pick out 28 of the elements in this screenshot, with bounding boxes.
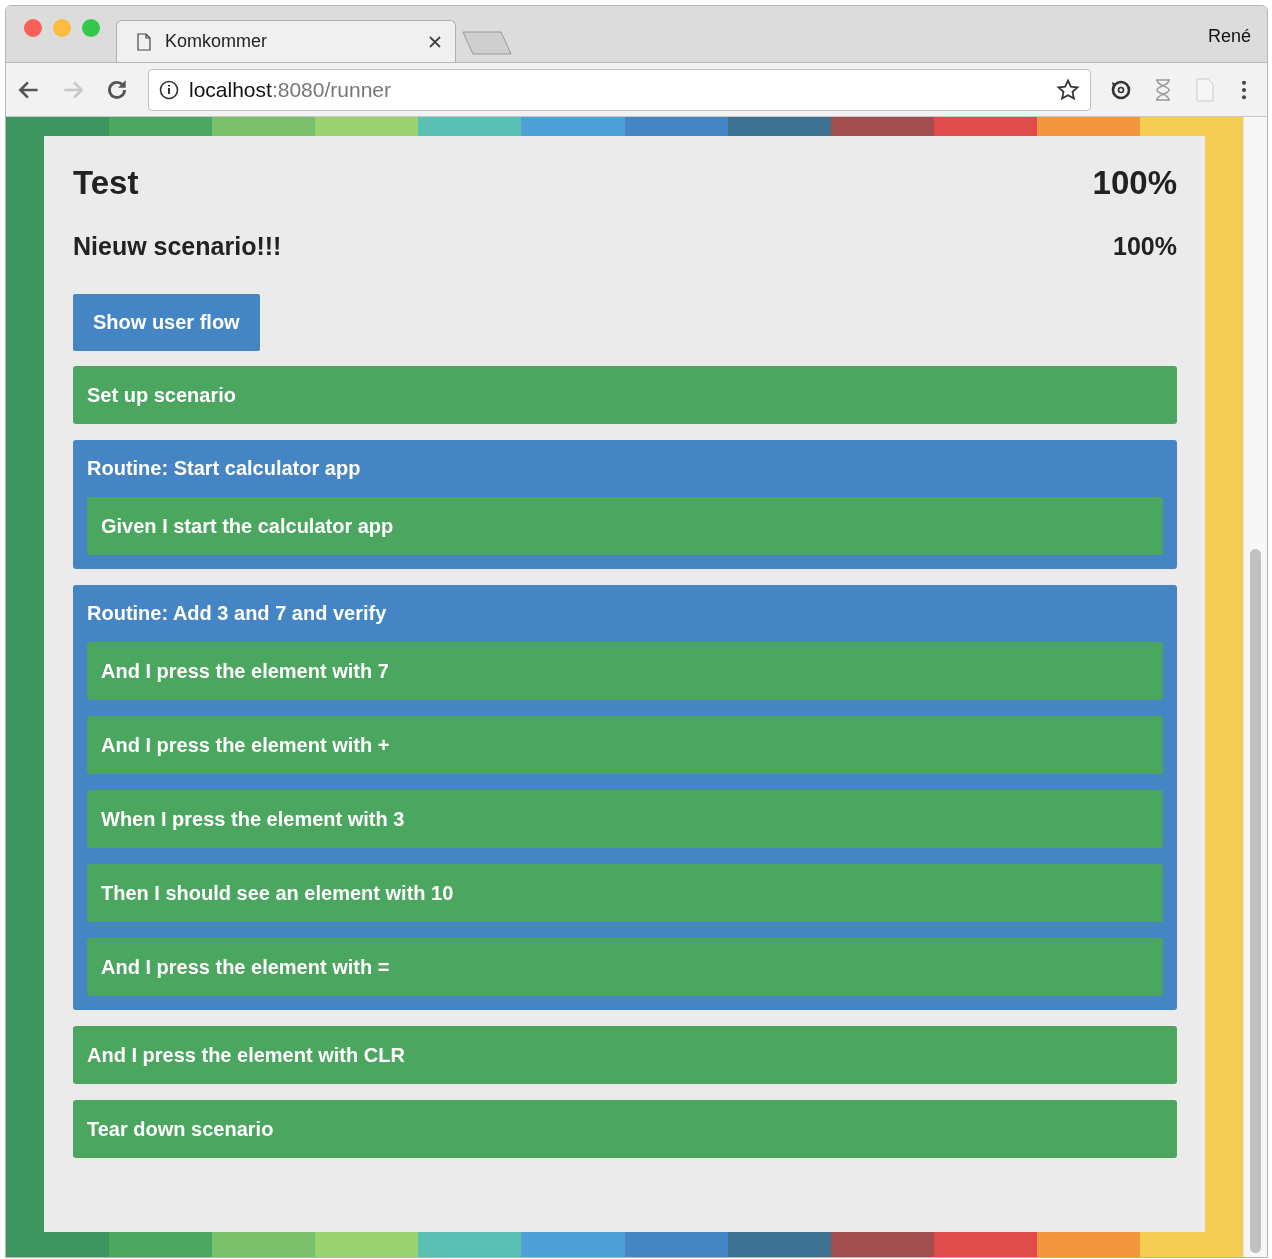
routine-title: Routine: Start calculator app <box>87 456 362 481</box>
step-bar: Tear down scenario <box>73 1100 1177 1158</box>
step-bar: When I press the element with 3 <box>87 790 1163 848</box>
menu-icon[interactable] <box>1241 78 1247 101</box>
test-percentage: 100% <box>1092 164 1177 202</box>
document-icon <box>137 32 151 51</box>
browser-tab[interactable]: Komkommer <box>116 20 456 62</box>
close-icon[interactable] <box>429 35 441 48</box>
test-title: Test <box>73 164 139 202</box>
new-tab-button[interactable] <box>462 30 512 56</box>
scenario-percentage: 100% <box>1113 232 1177 261</box>
address-bar[interactable]: localhost:8080/runner <box>148 68 1091 111</box>
info-icon[interactable] <box>159 79 179 100</box>
maximize-icon[interactable] <box>82 19 100 37</box>
step-bar: And I press the element with = <box>87 938 1163 996</box>
step-bar: And I press the element with + <box>87 716 1163 774</box>
show-user-flow-button[interactable]: Show user flow <box>73 294 260 351</box>
step-bar: Given I start the calculator app <box>87 497 1163 555</box>
profile-name[interactable]: René <box>1207 26 1251 47</box>
tab-title: Komkommer <box>165 31 268 52</box>
step-bar: Set up scenario <box>73 366 1177 424</box>
step-bar: And I press the element with 7 <box>87 642 1163 700</box>
scenario-title: Nieuw scenario!!! <box>73 232 282 261</box>
step-bar: And I press the element with CLR <box>73 1026 1177 1084</box>
routine-title: Routine: Add 3 and 7 and verify <box>87 601 388 626</box>
star-icon[interactable] <box>1056 77 1080 102</box>
url-text: localhost:8080/runner <box>189 77 392 102</box>
step-bar: Then I should see an element with 10 <box>87 864 1163 922</box>
